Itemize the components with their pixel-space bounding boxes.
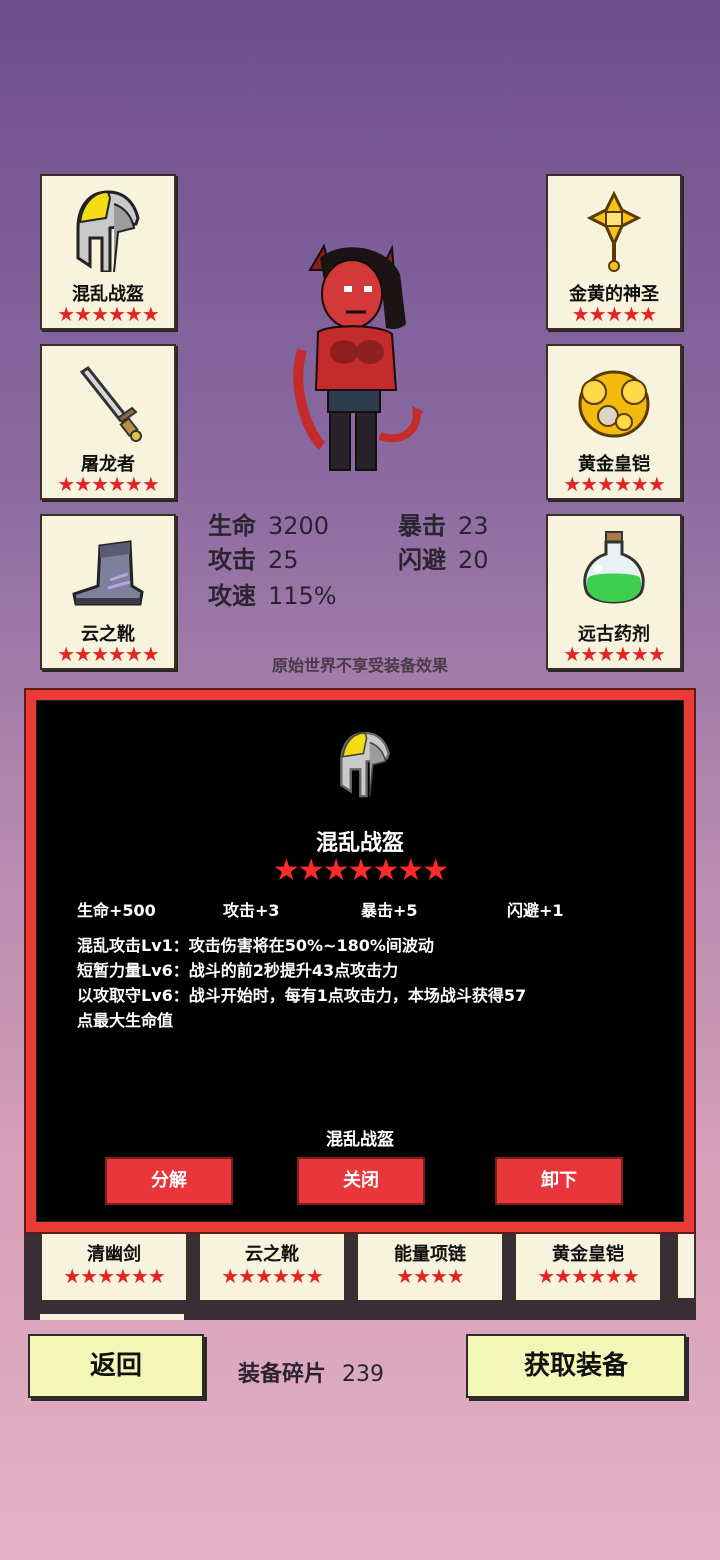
holy-cross-icon [586, 190, 642, 272]
unequip-button[interactable]: 卸下 [495, 1157, 623, 1205]
helmet-icon [76, 190, 140, 272]
inventory-item-stars: ★★★★★★ [537, 1264, 640, 1288]
close-button[interactable]: 关闭 [297, 1157, 425, 1205]
equip-slot-weapon[interactable]: 屠龙者 ★★★★★★ [40, 344, 176, 500]
get-equipment-button[interactable]: 获取装备 [466, 1334, 686, 1398]
fragment-value: 239 [342, 1362, 385, 1387]
inventory-item-name: 黄金皇铠 [552, 1244, 624, 1265]
stat-crit-value: 23 [458, 512, 489, 540]
inventory-item-name: 能量项链 [394, 1244, 466, 1265]
stat-crit-label: 暴击 [398, 512, 446, 540]
equip-slot-potion[interactable]: 远古药剂 ★★★★★★ [546, 514, 682, 670]
slot-stars: ★★★★★★ [563, 642, 666, 666]
modal-item-stars: ★★★★★★★ [272, 853, 449, 888]
inventory-item[interactable]: 清幽剑 ★★★★★★ [40, 1230, 188, 1302]
fragment-label: 装备碎片 [238, 1362, 327, 1387]
world-hint: 原始世界不享受装备效果 [271, 656, 448, 675]
equip-slot-relic[interactable]: 金黄的神圣 ★★★★★ [546, 174, 682, 330]
dagger-icon [79, 365, 142, 442]
inventory-item-name: 清幽剑 [87, 1244, 141, 1265]
decompose-button[interactable]: 分解 [105, 1157, 233, 1205]
skill-line: 混乱攻击Lv1：攻击伤害将在50%~180%间波动 [77, 936, 434, 955]
stat-hp-label: 生命 [208, 512, 256, 540]
modal-bonus-dodge: 闪避+1 [507, 901, 564, 920]
slot-stars: ★★★★★ [571, 302, 658, 326]
modal-bonus-atk: 攻击+3 [223, 901, 280, 920]
item-detail-modal: 混乱战盔 ★★★★★★★ 生命+500 攻击+3 暴击+5 闪避+1 混乱攻击L… [24, 688, 696, 1234]
inventory-row-partial [40, 1314, 184, 1320]
modal-bonus-crit: 暴击+5 [361, 901, 418, 920]
inventory-item-partial[interactable] [676, 1232, 696, 1300]
stat-aspd-value: 115% [268, 582, 337, 610]
stat-dodge-label: 闪避 [398, 546, 446, 574]
stat-dodge: 闪避 20 [398, 540, 489, 575]
modal-item-name-footer: 混乱战盔 [326, 1130, 394, 1150]
fragment-counter: 装备碎片 239 [238, 1356, 384, 1388]
skill-line: 以攻取守Lv6：战斗开始时，每有1点攻击力，本场战斗获得57 [77, 986, 527, 1005]
inventory-item-stars: ★★★★★★ [63, 1264, 166, 1288]
stat-hp: 生命 3200 [208, 506, 329, 541]
slot-stars: ★★★★★★ [57, 302, 160, 326]
stat-atk-label: 攻击 [208, 546, 256, 574]
stat-crit: 暴击 23 [398, 506, 489, 541]
inventory-item[interactable]: 云之靴 ★★★★★★ [198, 1230, 346, 1302]
stat-atk: 攻击 25 [208, 540, 299, 575]
inventory-item[interactable]: 黄金皇铠 ★★★★★★ [514, 1230, 662, 1302]
stat-aspd-label: 攻速 [208, 582, 256, 610]
slot-stars: ★★★★★★ [57, 642, 160, 666]
potion-icon [583, 531, 645, 604]
skill-line: 短暂力量Lv6：战斗的前2秒提升43点攻击力 [77, 961, 399, 980]
equip-slot-armor[interactable]: 黄金皇铠 ★★★★★★ [546, 344, 682, 500]
stat-dodge-value: 20 [458, 546, 489, 574]
equip-slot-boots[interactable]: 云之靴 ★★★★★★ [40, 514, 176, 670]
inventory-item-stars: ★★★★ [396, 1264, 465, 1288]
modal-skill-list: 混乱攻击Lv1：攻击伤害将在50%~180%间波动 短暂力量Lv6：战斗的前2秒… [77, 933, 657, 1033]
modal-bonus-hp: 生命+500 [77, 901, 156, 920]
back-button[interactable]: 返回 [28, 1334, 204, 1398]
skill-line: 点最大生命值 [77, 1011, 174, 1030]
inventory-item-name: 云之靴 [245, 1244, 299, 1265]
slot-stars: ★★★★★★ [563, 472, 666, 496]
boot-icon [72, 540, 144, 606]
equip-slot-helmet[interactable]: 混乱战盔 ★★★★★★ [40, 174, 176, 330]
slot-stars: ★★★★★★ [57, 472, 160, 496]
hero-demon-sprite [293, 243, 424, 471]
gold-armor-icon [578, 370, 650, 438]
inventory-item-stars: ★★★★★★ [221, 1264, 324, 1288]
stat-atk-value: 25 [268, 546, 299, 574]
helmet-icon [340, 731, 390, 798]
inventory-item[interactable]: 能量项链 ★★★★ [356, 1230, 504, 1302]
modal-panel: 混乱战盔 ★★★★★★★ 生命+500 攻击+3 暴击+5 闪避+1 混乱攻击L… [36, 700, 684, 1222]
stat-aspd: 攻速 115% [208, 576, 337, 611]
stat-hp-value: 3200 [268, 512, 330, 540]
